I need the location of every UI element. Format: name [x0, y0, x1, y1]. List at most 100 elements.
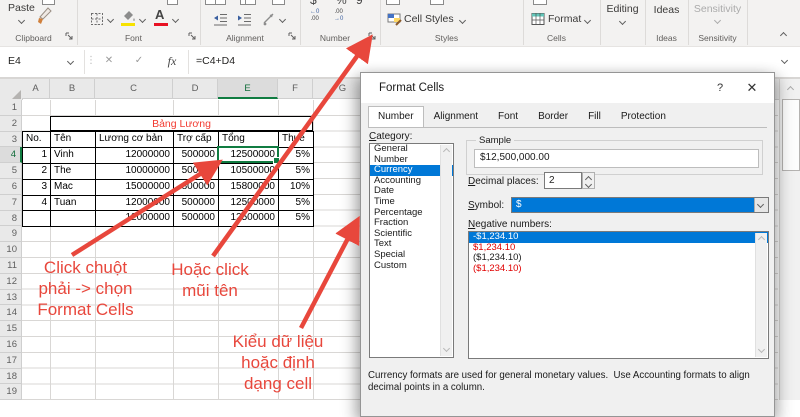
symbol-combobox[interactable]: $	[511, 197, 769, 213]
format-painter-icon[interactable]	[36, 6, 52, 25]
table-cell[interactable]: 12000000	[96, 211, 174, 227]
font-dialog-launcher[interactable]	[188, 32, 197, 41]
negative-numbers-listbox[interactable]: -$1,234.10$1,234.10($1,234.10)($1,234.10…	[468, 231, 769, 359]
paste-button[interactable]: Paste	[8, 2, 35, 14]
cancel-button[interactable]: ✕	[100, 47, 118, 75]
editing-button[interactable]: Editing	[600, 3, 645, 15]
table-header-cell[interactable]: No.	[23, 132, 51, 148]
sheet-vertical-scrollbar[interactable]	[779, 79, 800, 400]
table-header-cell[interactable]: Trợ cấp	[174, 132, 219, 148]
cell-styles-button[interactable]: Cell Styles	[404, 13, 454, 25]
scroll-up-icon[interactable]	[758, 236, 765, 243]
row-header-15[interactable]: 15	[0, 321, 22, 337]
table-cell[interactable]: 5%	[279, 148, 314, 164]
table-header-cell[interactable]: Tên	[51, 132, 96, 148]
table-cell[interactable]: 15800000	[219, 180, 279, 196]
table-cell[interactable]: 10000000	[96, 164, 174, 180]
table-cell[interactable]: Tuan	[51, 196, 96, 212]
fill-color-dropdown-icon[interactable]	[139, 16, 146, 23]
alignment-dialog-launcher[interactable]	[288, 32, 297, 41]
dialog-titlebar[interactable]: Format Cells ? ✕	[361, 73, 774, 103]
collapse-ribbon-icon[interactable]	[780, 32, 787, 39]
table-cell[interactable]: 5%	[279, 211, 314, 227]
column-header-E[interactable]: E	[218, 79, 278, 99]
row-header-16[interactable]: 16	[0, 337, 22, 353]
table-cell[interactable]: Vinh	[51, 148, 96, 164]
enter-button[interactable]: ✓	[130, 47, 148, 75]
column-header-F[interactable]: F	[278, 79, 313, 99]
table-cell[interactable]: 12500000	[219, 211, 279, 227]
table-cell[interactable]: 12000000	[96, 196, 174, 212]
table-cell[interactable]: 3	[23, 180, 51, 196]
table-cell[interactable]: 500000	[174, 211, 219, 227]
table-cell[interactable]	[23, 211, 51, 227]
column-header-C[interactable]: C	[95, 79, 173, 99]
increase-decimal-icon[interactable]: ←0.00	[310, 9, 319, 23]
select-all-corner[interactable]	[0, 79, 23, 101]
row-header-19[interactable]: 19	[0, 384, 22, 400]
tab-font[interactable]: Font	[488, 106, 528, 126]
table-cell[interactable]: 500000	[174, 164, 219, 180]
clipboard-dialog-launcher[interactable]	[65, 32, 74, 41]
cell-styles-dropdown-icon[interactable]	[459, 17, 466, 24]
row-header-5[interactable]: 5	[0, 163, 22, 179]
negative-format-item[interactable]: ($1,234.10)	[469, 264, 768, 275]
table-cell[interactable]: The	[51, 164, 96, 180]
increase-indent-icon[interactable]	[237, 12, 252, 26]
table-header-cell[interactable]: Thuế	[279, 132, 314, 148]
name-box[interactable]: E4	[8, 47, 21, 75]
number-dialog-launcher[interactable]	[368, 32, 377, 41]
category-scrollbar[interactable]	[440, 145, 452, 356]
row-header-2[interactable]: 2	[0, 116, 22, 132]
row-header-18[interactable]: 18	[0, 369, 22, 385]
drag-dots-icon[interactable]: ⋮	[86, 47, 96, 75]
orientation-icon[interactable]	[262, 11, 276, 26]
negative-scrollbar[interactable]	[755, 233, 767, 357]
row-header-3[interactable]: 3	[0, 132, 22, 148]
table-cell[interactable]: 10500000	[219, 164, 279, 180]
orientation-dropdown-icon[interactable]	[279, 16, 286, 23]
table-cell[interactable]: 800000	[174, 180, 219, 196]
table-cell[interactable]: 500000	[174, 148, 219, 164]
tab-protection[interactable]: Protection	[611, 106, 676, 126]
row-header-7[interactable]: 7	[0, 195, 22, 211]
help-button[interactable]: ?	[710, 73, 730, 103]
font-color-icon[interactable]: A	[155, 7, 164, 22]
scroll-up-icon[interactable]	[780, 79, 800, 96]
close-button[interactable]: ✕	[740, 73, 764, 103]
decrease-decimal-icon[interactable]: .00→0	[334, 9, 343, 23]
table-cell[interactable]: 5%	[279, 196, 314, 212]
column-header-D[interactable]: D	[173, 79, 218, 99]
column-header-A[interactable]: A	[22, 79, 50, 99]
row-header-6[interactable]: 6	[0, 179, 22, 195]
table-cell[interactable]: 5%	[279, 164, 314, 180]
table-cell[interactable]: 10%	[279, 180, 314, 196]
decrease-indent-icon[interactable]	[213, 12, 228, 26]
scrollbar-thumb[interactable]	[782, 99, 800, 171]
row-header-17[interactable]: 17	[0, 353, 22, 369]
decimal-spinner[interactable]	[582, 172, 595, 189]
borders-dropdown-icon[interactable]	[107, 16, 114, 23]
row-header-8[interactable]: 8	[0, 211, 22, 227]
tab-alignment[interactable]: Alignment	[424, 106, 488, 126]
category-listbox[interactable]: GeneralNumberCurrencyAccountingDateTimeP…	[369, 143, 454, 358]
sheet-table-title[interactable]: Bảng Lương	[50, 116, 313, 132]
fill-handle[interactable]	[273, 157, 280, 164]
table-cell[interactable]: 12500000	[219, 196, 279, 212]
table-cell[interactable]: 12000000	[96, 148, 174, 164]
name-box-dropdown-icon[interactable]	[67, 58, 74, 65]
format-dropdown-icon[interactable]	[584, 17, 591, 24]
table-header-cell[interactable]: Lương cơ bản	[96, 132, 174, 148]
format-button[interactable]: Format	[548, 13, 581, 25]
fill-color-icon[interactable]	[121, 9, 136, 22]
paste-dropdown-icon[interactable]	[18, 17, 25, 24]
row-header-4[interactable]: 4	[0, 147, 22, 163]
row-header-9[interactable]: 9	[0, 226, 22, 242]
table-cell[interactable]: 500000	[174, 196, 219, 212]
spin-down-icon[interactable]	[585, 181, 592, 188]
table-cell[interactable]: Mac	[51, 180, 96, 196]
row-header-10[interactable]: 10	[0, 242, 22, 258]
table-cell[interactable]: 2	[23, 164, 51, 180]
table-cell[interactable]: 1	[23, 148, 51, 164]
row-header-1[interactable]: 1	[0, 100, 22, 116]
